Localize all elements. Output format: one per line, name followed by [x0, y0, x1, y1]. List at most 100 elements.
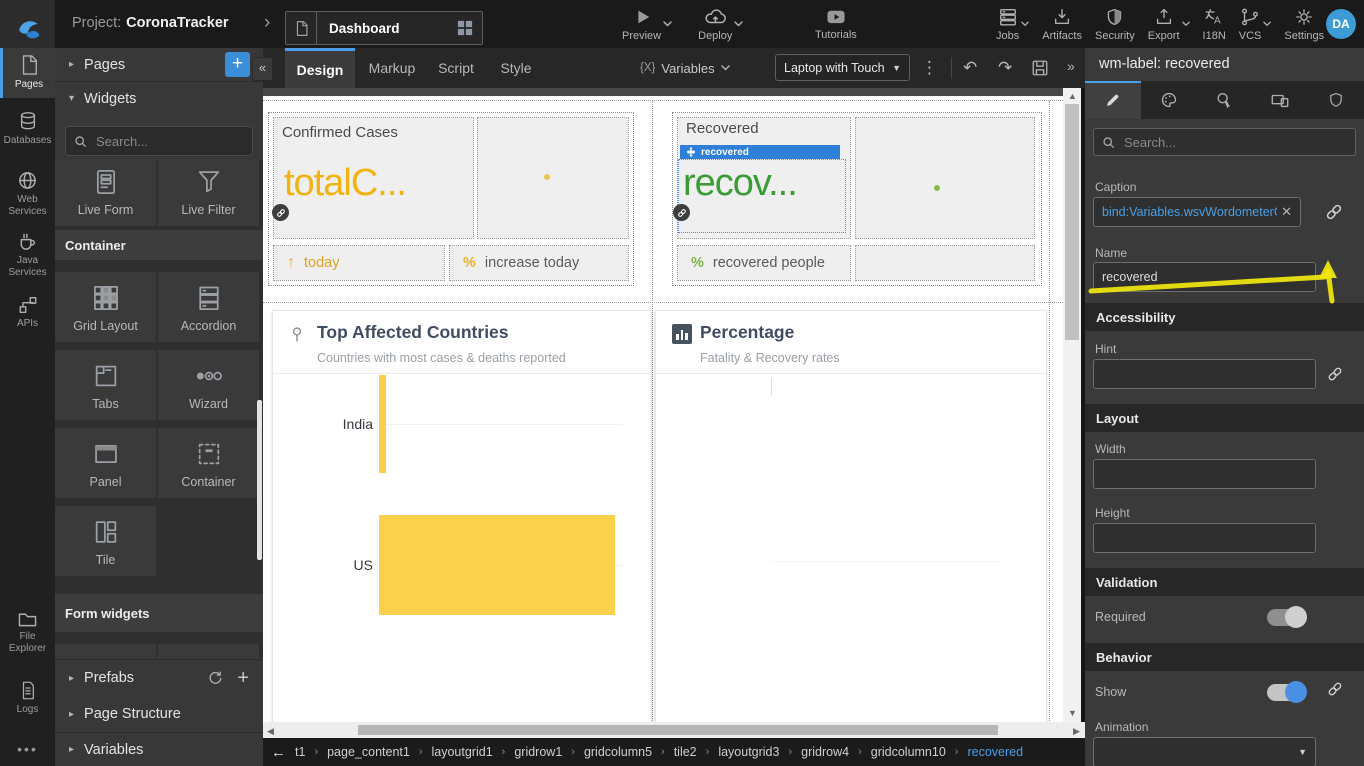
- selection-chip[interactable]: recovered: [680, 145, 840, 159]
- horizontal-scroll-thumb[interactable]: [358, 725, 998, 735]
- device-select[interactable]: Laptop with Touch ▼: [775, 54, 910, 81]
- security-button[interactable]: Security: [1095, 7, 1135, 42]
- selected-label-widget[interactable]: recov...: [678, 159, 846, 233]
- export-chevron-icon[interactable]: [1182, 21, 1190, 27]
- tab-security[interactable]: [1308, 81, 1364, 119]
- widgets-section-header[interactable]: ▾ Widgets: [55, 82, 263, 115]
- crumb-gridrow1[interactable]: gridrow1: [514, 745, 562, 759]
- bind-hint-icon[interactable]: [1327, 366, 1343, 382]
- scroll-left-icon[interactable]: ◀: [267, 726, 274, 737]
- tab-design[interactable]: Design: [285, 48, 355, 88]
- deploy-chevron-icon[interactable]: [734, 21, 743, 27]
- increase-today-label[interactable]: increase today: [485, 255, 579, 271]
- bind-show-icon[interactable]: [1327, 681, 1343, 697]
- widget-live-filter[interactable]: Live Filter: [158, 160, 259, 226]
- breadcrumb-back-icon[interactable]: ←: [271, 744, 286, 761]
- prefabs-section-header[interactable]: ▸ Prefabs +: [55, 659, 263, 697]
- pages-section-header[interactable]: ▸ Pages +: [55, 48, 263, 82]
- add-prefab-icon[interactable]: +: [237, 671, 249, 685]
- bind-link-badge-icon[interactable]: [673, 204, 690, 221]
- tab-styles[interactable]: [1141, 81, 1197, 119]
- rail-item-apis[interactable]: APIs: [0, 295, 55, 330]
- save-button[interactable]: [1031, 59, 1049, 77]
- collapse-left-panel-button[interactable]: «: [252, 57, 273, 81]
- tab-properties[interactable]: [1085, 81, 1141, 119]
- settings-button[interactable]: Settings: [1284, 7, 1324, 42]
- property-search-box[interactable]: [1093, 128, 1356, 156]
- crumb-gridrow4[interactable]: gridrow4: [801, 745, 849, 759]
- page-tab-dashboard[interactable]: Dashboard: [285, 11, 483, 45]
- show-toggle[interactable]: [1267, 684, 1305, 701]
- widget-live-form[interactable]: Live Form: [55, 160, 156, 226]
- widget-tabs[interactable]: Tabs: [55, 350, 156, 420]
- recovered-cell[interactable]: Recovered recovered recov...: [677, 117, 851, 239]
- bar-us[interactable]: [379, 515, 615, 615]
- expand-right-panel-icon[interactable]: »: [1067, 58, 1075, 74]
- widget-tile[interactable]: Tile: [55, 506, 156, 576]
- rail-item-pages[interactable]: Pages: [0, 48, 55, 98]
- undo-button[interactable]: ↶: [963, 58, 977, 78]
- tile-recovered[interactable]: Recovered recovered recov... % recovered…: [672, 112, 1042, 286]
- tutorials-button[interactable]: Tutorials: [815, 7, 857, 41]
- rail-item-databases[interactable]: Databases: [0, 110, 55, 147]
- rail-item-web-services[interactable]: Web Services: [0, 170, 55, 217]
- more-options-icon[interactable]: ⋮: [921, 58, 938, 78]
- height-input[interactable]: [1093, 523, 1316, 553]
- deploy-button[interactable]: Deploy: [698, 7, 732, 42]
- tile-confirmed-cases[interactable]: Confirmed Cases totalC... ↑ today % incr…: [268, 112, 634, 286]
- preview-button[interactable]: Preview: [622, 7, 661, 42]
- crumb-layoutgrid1[interactable]: layoutgrid1: [432, 745, 493, 759]
- widget-accordion[interactable]: Accordion: [158, 272, 259, 342]
- today-stat-cell[interactable]: ↑ today: [273, 245, 445, 281]
- recovered-empty-stat-cell[interactable]: [855, 245, 1035, 281]
- widget-wizard[interactable]: Wizard: [158, 350, 259, 420]
- crumb-page-content[interactable]: page_content1: [327, 745, 410, 759]
- widget-container[interactable]: Container: [158, 428, 259, 498]
- tab-markup[interactable]: Markup: [361, 48, 423, 88]
- app-logo[interactable]: [0, 0, 55, 48]
- confirmed-cases-title[interactable]: Confirmed Cases: [282, 124, 398, 141]
- widget-panel[interactable]: Panel: [55, 428, 156, 498]
- grid-view-icon[interactable]: [457, 20, 473, 36]
- scroll-up-icon[interactable]: ▲: [1068, 91, 1077, 101]
- property-search-input[interactable]: [1122, 134, 1326, 151]
- crumb-root[interactable]: t1: [295, 745, 305, 759]
- vcs-button[interactable]: VCS: [1239, 7, 1262, 42]
- rail-item-java-services[interactable]: Java Services: [0, 232, 55, 278]
- recovered-people-stat-cell[interactable]: % recovered people: [677, 245, 851, 281]
- card-percentage[interactable]: Percentage Fatality & Recovery rates: [655, 310, 1047, 722]
- confirmed-cases-cell[interactable]: Confirmed Cases totalC...: [273, 117, 474, 239]
- bind-link-badge-icon[interactable]: [272, 204, 289, 221]
- export-button[interactable]: Export: [1148, 7, 1180, 42]
- canvas-horizontal-scrollbar[interactable]: ◀ ▶: [263, 722, 1085, 738]
- hint-input[interactable]: [1093, 359, 1316, 389]
- increase-today-stat-cell[interactable]: % increase today: [449, 245, 629, 281]
- total-cases-label[interactable]: totalC...: [284, 162, 406, 205]
- project-chevron-icon[interactable]: ›: [264, 12, 270, 34]
- design-canvas[interactable]: Confirmed Cases totalC... ↑ today % incr…: [263, 88, 1081, 722]
- card-top-affected-countries[interactable]: Top Affected Countries Countries with mo…: [272, 310, 652, 722]
- canvas-vertical-scrollbar[interactable]: ▲ ▼: [1063, 88, 1081, 722]
- artifacts-button[interactable]: Artifacts: [1042, 7, 1082, 42]
- crumb-gridcolumn5[interactable]: gridcolumn5: [584, 745, 652, 759]
- name-input[interactable]: [1093, 262, 1316, 292]
- vcs-chevron-icon[interactable]: [1263, 21, 1271, 27]
- user-avatar[interactable]: DA: [1326, 9, 1356, 39]
- bar-india[interactable]: [379, 375, 615, 473]
- clear-caption-icon[interactable]: ✕: [1281, 204, 1292, 220]
- bind-caption-icon[interactable]: [1325, 203, 1343, 221]
- caption-input[interactable]: bind:Variables.wsvWordometerGlobal.c ✕: [1093, 197, 1301, 227]
- tab-style[interactable]: Style: [491, 48, 541, 88]
- recovered-value-label[interactable]: recov...: [683, 162, 797, 205]
- i18n-button[interactable]: A I18N: [1203, 7, 1226, 42]
- crumb-gridcolumn10[interactable]: gridcolumn10: [871, 745, 946, 759]
- preview-chevron-icon[interactable]: [663, 21, 672, 27]
- crumb-recovered-active[interactable]: recovered: [967, 745, 1023, 759]
- required-toggle[interactable]: [1267, 609, 1305, 626]
- recovered-empty-cell[interactable]: [855, 117, 1035, 239]
- today-label[interactable]: today: [304, 255, 339, 271]
- jobs-chevron-icon[interactable]: [1021, 21, 1029, 27]
- recovered-people-label[interactable]: recovered people: [713, 255, 825, 271]
- animation-select[interactable]: ▼: [1093, 737, 1316, 766]
- widget-partial-cell[interactable]: [158, 644, 259, 658]
